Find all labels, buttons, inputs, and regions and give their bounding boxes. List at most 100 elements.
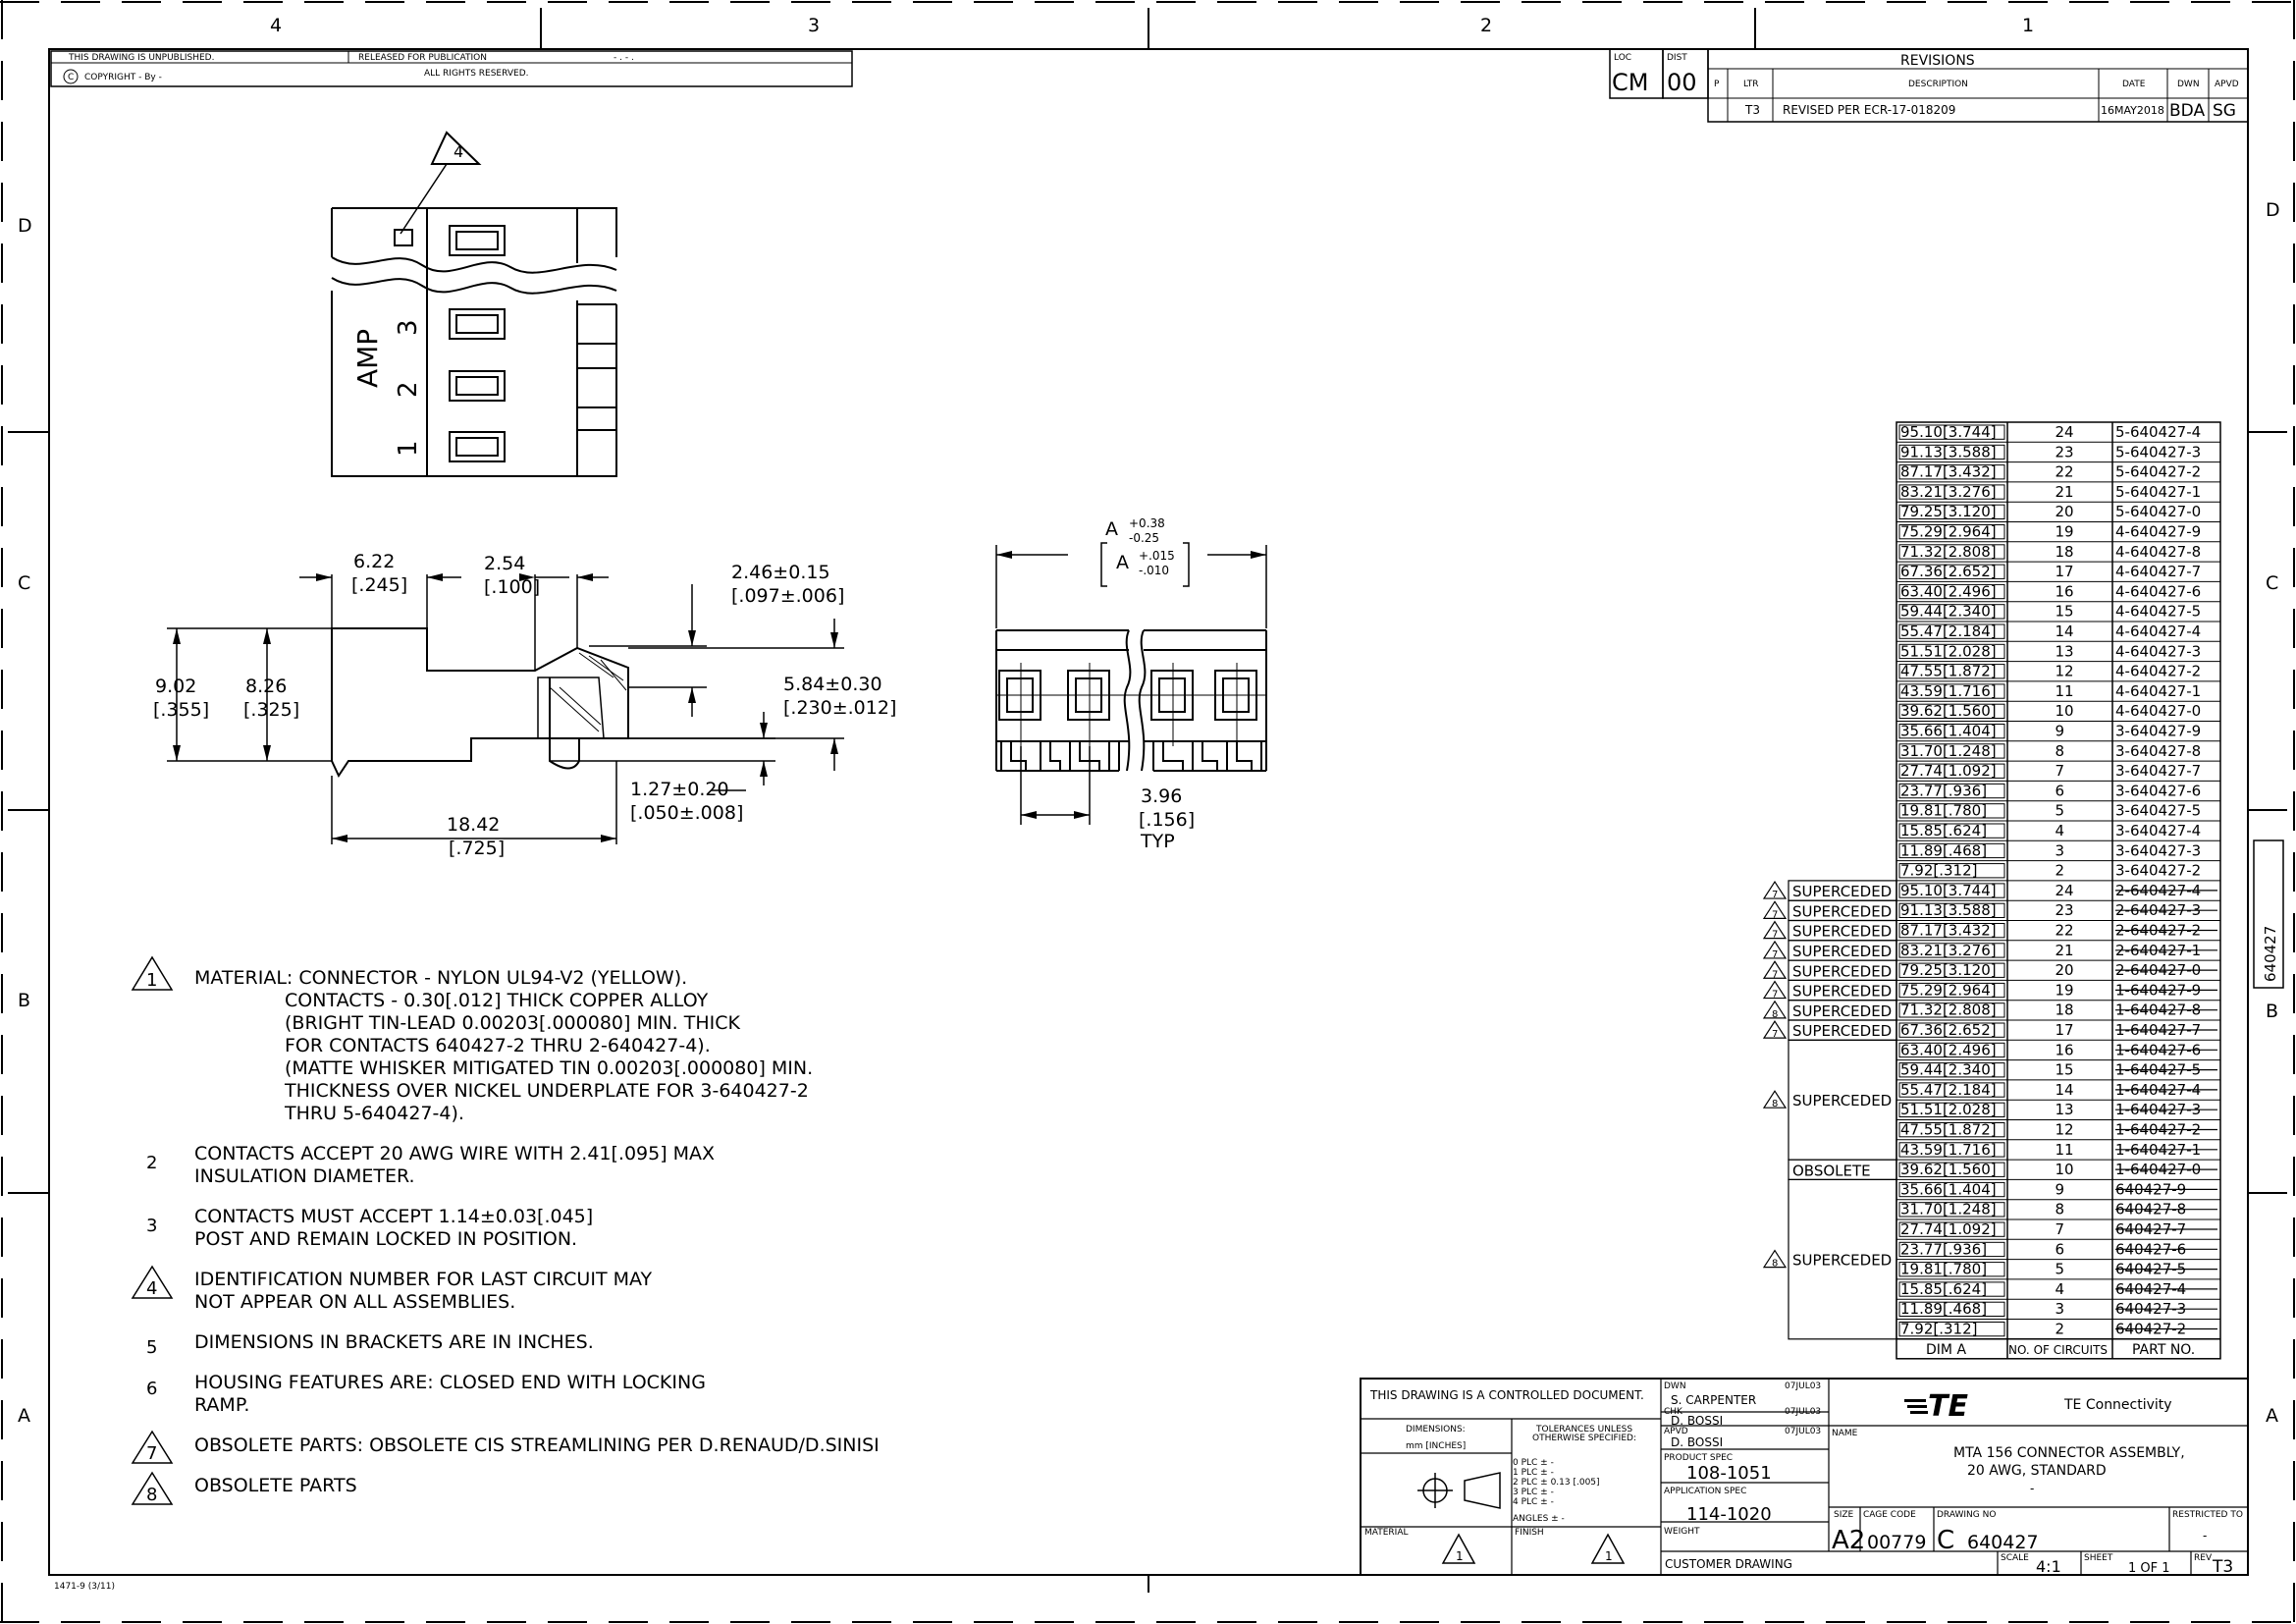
application-spec: 114-1020 bbox=[1686, 1504, 1772, 1525]
zone-row-c-right: C bbox=[2266, 572, 2278, 594]
pin-label-3: 3 bbox=[394, 319, 423, 336]
table-cell-dim: 71.32[2.808] bbox=[1900, 1001, 1997, 1019]
svg-text:TE: TE bbox=[1928, 1389, 1968, 1424]
table-cell-dim: 67.36[2.652] bbox=[1900, 563, 1997, 580]
table-cell-part: 5-640427-3 bbox=[2115, 443, 2201, 460]
general-notes: MATERIAL: CONNECTOR - NYLON UL94-V2 (YEL… bbox=[194, 967, 880, 1515]
publication-header: THIS DRAWING IS UNPUBLISHED. RELEASED FO… bbox=[50, 50, 853, 87]
zone-row-a-right: A bbox=[2266, 1405, 2278, 1427]
svg-text:PRODUCT SPEC: PRODUCT SPEC bbox=[1664, 1453, 1733, 1463]
svg-text:+.015: +.015 bbox=[1139, 549, 1175, 563]
dim-6-22: 6.22 bbox=[353, 551, 395, 572]
table-cell-dim: 47.55[1.872] bbox=[1900, 663, 1997, 680]
status-label: OBSOLETE bbox=[1792, 1162, 1871, 1179]
svg-text:SHEET: SHEET bbox=[2084, 1553, 2113, 1563]
title-block: THIS DRAWING IS A CONTROLLED DOCUMENT. D… bbox=[1360, 1378, 2249, 1577]
svg-text:1: 1 bbox=[1456, 1549, 1464, 1563]
dwn-name: S. CARPENTER bbox=[1671, 1393, 1756, 1407]
status-triangle-number: 7 bbox=[1772, 1029, 1778, 1040]
rev-apvd: SG bbox=[2213, 101, 2236, 121]
table-cell-dim: 95.10[3.744] bbox=[1900, 882, 1997, 899]
loc-value: CM bbox=[1612, 69, 1648, 96]
table-cell-circuits: 4 bbox=[2056, 822, 2065, 839]
table-cell-circuits: 17 bbox=[2056, 1021, 2074, 1039]
table-cell-dim: 31.70[1.248] bbox=[1900, 742, 1997, 760]
svg-text:4 PLC ± -: 4 PLC ± - bbox=[1513, 1497, 1554, 1507]
table-cell-circuits: 5 bbox=[2056, 802, 2065, 820]
svg-text:DWN: DWN bbox=[1664, 1381, 1686, 1391]
table-cell-part: 3-640427-3 bbox=[2115, 841, 2201, 859]
svg-text:FINISH: FINISH bbox=[1515, 1528, 1544, 1538]
svg-text:-0.25: -0.25 bbox=[1129, 531, 1159, 545]
table-cell-circuits: 20 bbox=[2056, 961, 2074, 979]
table-cell-dim: 95.10[3.744] bbox=[1900, 423, 1997, 441]
svg-text:SCALE: SCALE bbox=[2001, 1553, 2029, 1563]
part-name-line2: 20 AWG, STANDARD bbox=[1967, 1463, 2107, 1479]
unpublished-text: THIS DRAWING IS UNPUBLISHED. bbox=[68, 53, 214, 63]
dim-3-96: 3.96 bbox=[1141, 785, 1182, 807]
table-cell-circuits: 17 bbox=[2056, 563, 2074, 580]
table-cell-dim: 11.89[.468] bbox=[1900, 1300, 1987, 1318]
table-cell-dim: 23.77[.936] bbox=[1900, 782, 1987, 799]
svg-text:CAGE CODE: CAGE CODE bbox=[1863, 1510, 1916, 1520]
table-cell-part: 4-640427-8 bbox=[2115, 543, 2201, 561]
svg-text:DRAWING NO: DRAWING NO bbox=[1937, 1510, 1996, 1520]
status-triangle-number: 7 bbox=[1772, 990, 1778, 1001]
table-cell-part: 4-640427-7 bbox=[2115, 563, 2201, 580]
svg-text:LTR: LTR bbox=[1743, 80, 1759, 89]
table-cell-circuits: 2 bbox=[2056, 862, 2065, 880]
status-triangle-number: 7 bbox=[1772, 969, 1778, 980]
form-number: 1471-9 (3/11) bbox=[54, 1582, 115, 1592]
status-triangle-number: 8 bbox=[1772, 1099, 1778, 1110]
svg-text:1 PLC ± -: 1 PLC ± - bbox=[1513, 1468, 1554, 1478]
status-label: SUPERCEDED bbox=[1792, 1092, 1892, 1110]
note-5: DIMENSIONS IN BRACKETS ARE IN INCHES. bbox=[194, 1331, 594, 1353]
table-cell-circuits: 9 bbox=[2056, 1180, 2065, 1198]
rev-description: REVISED PER ECR-17-018209 bbox=[1783, 103, 1955, 117]
rev-ltr: T3 bbox=[1744, 103, 1760, 117]
table-cell-dim: 55.47[2.184] bbox=[1900, 1081, 1997, 1099]
svg-text:DIMENSIONS:: DIMENSIONS: bbox=[1406, 1425, 1466, 1435]
scale: 4:1 bbox=[2036, 1557, 2061, 1576]
svg-text:07JUL03: 07JUL03 bbox=[1785, 1407, 1821, 1417]
release-date: - . - . bbox=[614, 53, 634, 63]
zone-col-3: 3 bbox=[808, 15, 820, 36]
apvd-name: D. BOSSI bbox=[1671, 1435, 1723, 1449]
note-numbers: 1 2 3 4 5 6 7 8 bbox=[146, 970, 157, 1505]
rev-dwn: BDA bbox=[2169, 101, 2205, 121]
table-cell-dim: 11.89[.468] bbox=[1900, 841, 1987, 859]
status-label: SUPERCEDED bbox=[1792, 1002, 1892, 1020]
status-label: SUPERCEDED bbox=[1792, 883, 1892, 900]
table-cell-dim: 63.40[2.496] bbox=[1900, 582, 1997, 600]
zone-row-c-left: C bbox=[18, 572, 30, 594]
svg-text:NAME: NAME bbox=[1832, 1429, 1858, 1438]
note-6: HOUSING FEATURES ARE: CLOSED END WITH LO… bbox=[194, 1372, 706, 1416]
table-cell-dim: 51.51[2.028] bbox=[1900, 1101, 1997, 1118]
table-cell-dim: 35.66[1.404] bbox=[1900, 1180, 1997, 1198]
table-cell-dim: 19.81[.780] bbox=[1900, 1261, 1987, 1278]
dim-a-label: A bbox=[1105, 518, 1118, 540]
svg-text:+0.38: +0.38 bbox=[1129, 516, 1165, 530]
table-header-dim: DIM A bbox=[1926, 1342, 1966, 1358]
zone-col-4: 4 bbox=[270, 15, 282, 36]
svg-text:C: C bbox=[68, 73, 74, 82]
svg-text:5: 5 bbox=[146, 1337, 157, 1358]
table-cell-dim: 7.92[.312] bbox=[1900, 862, 1978, 880]
svg-text:RESTRICTED TO: RESTRICTED TO bbox=[2172, 1510, 2243, 1520]
controlled-document: THIS DRAWING IS A CONTROLLED DOCUMENT. bbox=[1369, 1388, 1644, 1402]
front-view-dims: A +0.38 -0.25 A +.015 -.010 3.96 [.156] … bbox=[1105, 516, 1195, 852]
dist-value: 00 bbox=[1667, 69, 1697, 96]
table-cell-circuits: 13 bbox=[2056, 642, 2074, 660]
svg-text:3 PLC ± -: 3 PLC ± - bbox=[1513, 1488, 1554, 1497]
svg-text:[.355]: [.355] bbox=[153, 699, 209, 721]
table-cell-dim: 71.32[2.808] bbox=[1900, 543, 1997, 561]
table-cell-circuits: 10 bbox=[2056, 1161, 2074, 1178]
table-cell-part: 3-640427-7 bbox=[2115, 762, 2201, 780]
status-label: SUPERCEDED bbox=[1792, 962, 1892, 980]
table-cell-circuits: 22 bbox=[2056, 922, 2074, 940]
table-cell-dim: 83.21[3.276] bbox=[1900, 942, 1997, 959]
svg-text:[.050±.008]: [.050±.008] bbox=[630, 802, 743, 824]
table-cell-dim: 23.77[.936] bbox=[1900, 1240, 1987, 1258]
table-cell-part: 3-640427-5 bbox=[2115, 802, 2201, 820]
svg-text:1: 1 bbox=[146, 970, 157, 991]
